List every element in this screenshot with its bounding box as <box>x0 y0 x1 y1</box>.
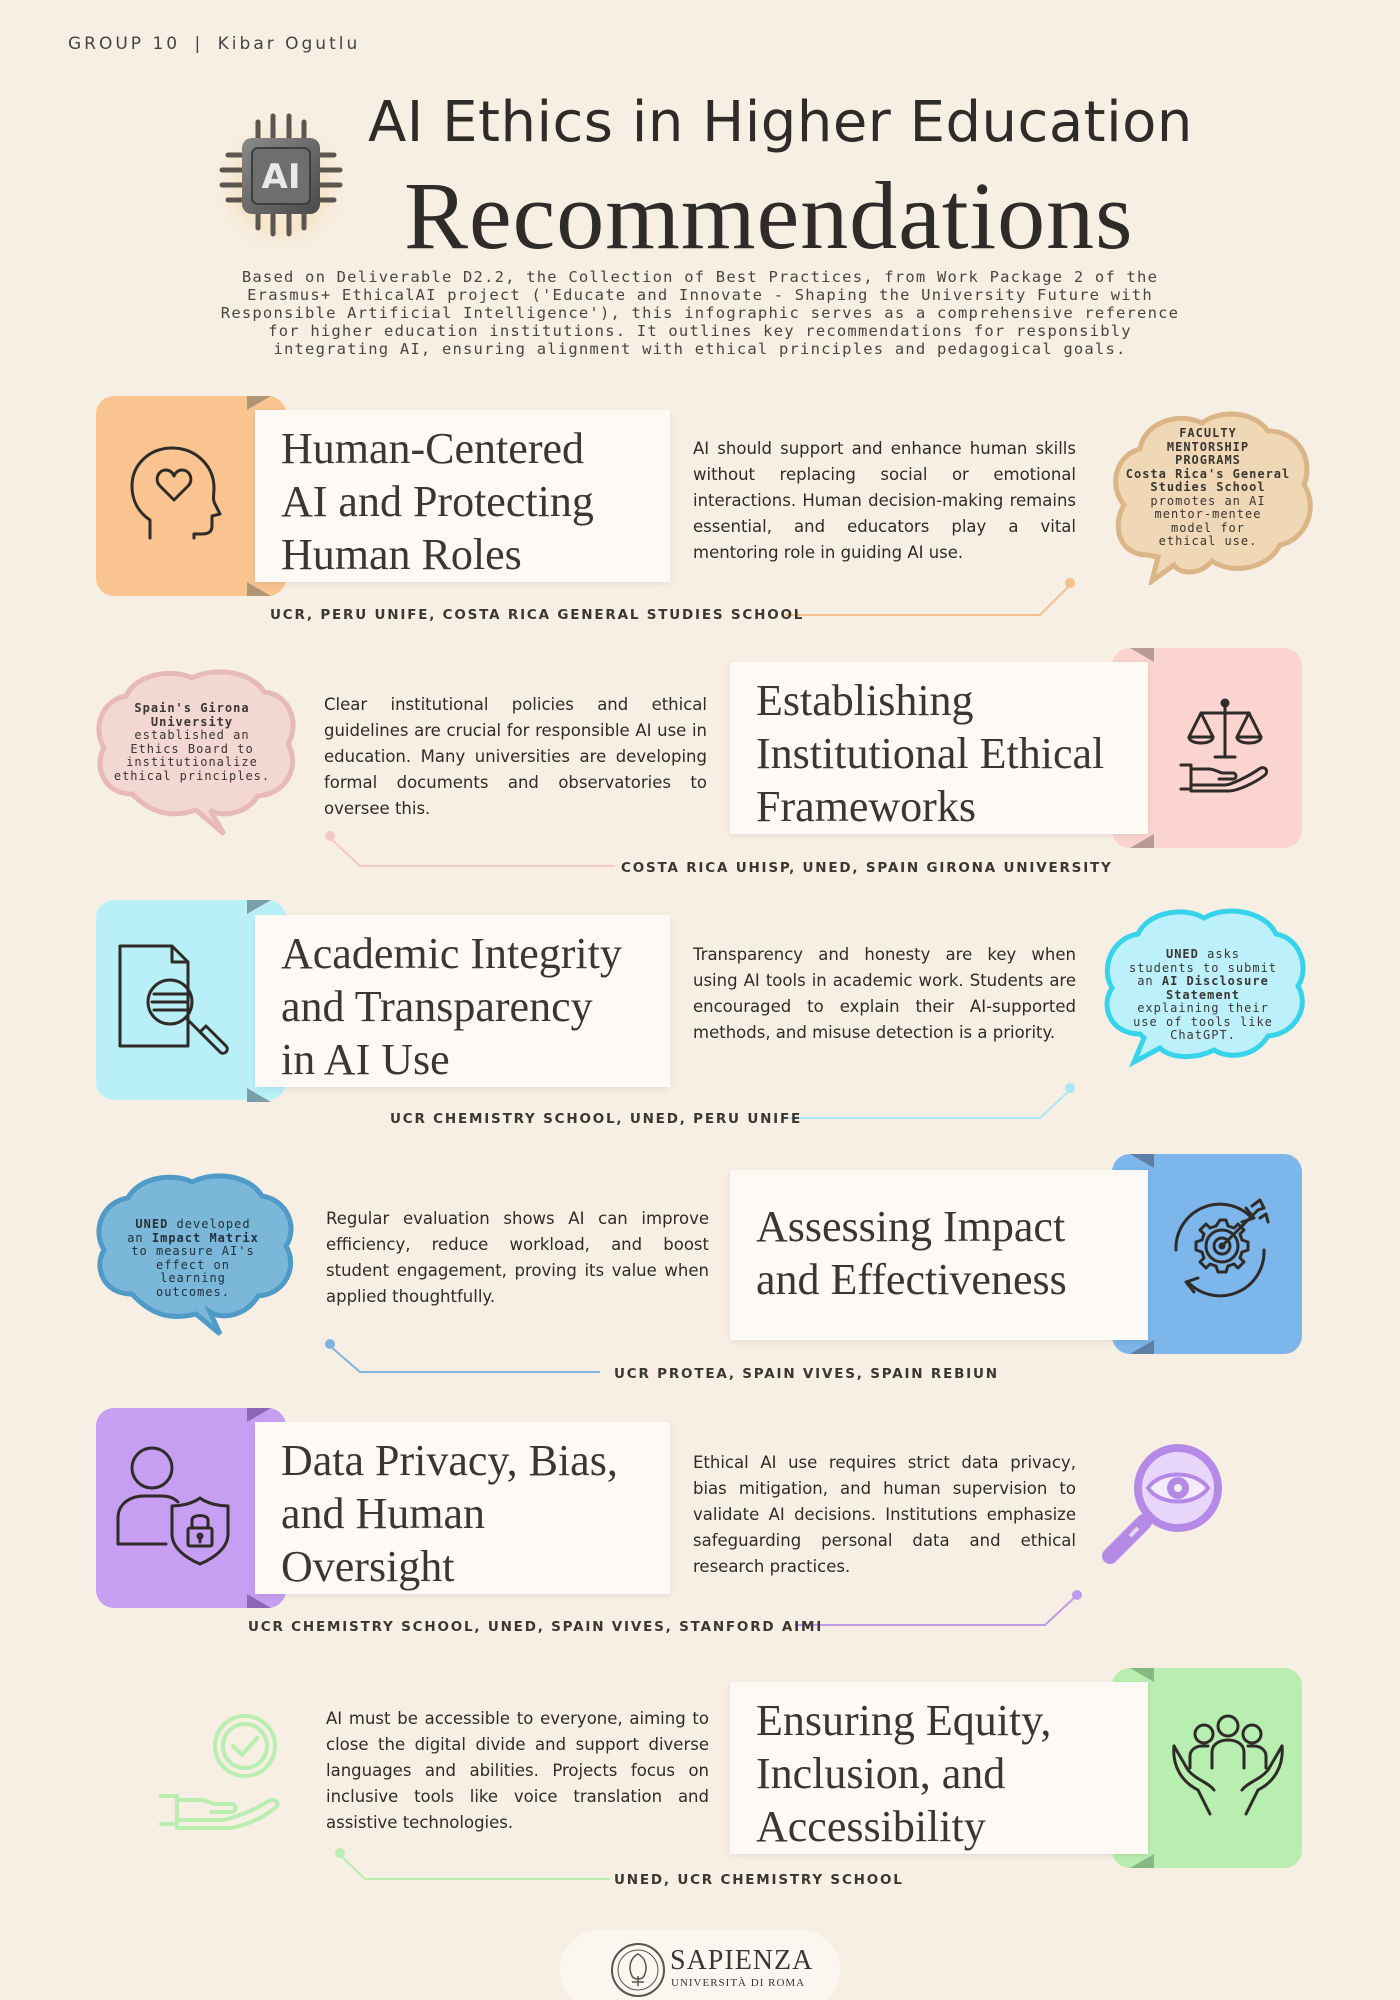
target-gear-icon <box>1160 1190 1280 1310</box>
section-sources: UNED, UCR CHEMISTRY SCHOOL <box>614 1872 904 1888</box>
header-line: GROUP 10 | Kibar Ogutlu <box>68 34 360 54</box>
disclosure-bubble: UNED asks students to submit an AI Discl… <box>1100 902 1306 1072</box>
section-title: Establishing Institutional Ethical Frame… <box>730 662 1148 834</box>
section-title: Academic Integrity and Transparency in A… <box>255 915 670 1087</box>
impact-matrix-bubble: UNED developed an Impact Matrix to measu… <box>92 1170 294 1340</box>
logo-name: SAPIENZA <box>670 1945 814 1976</box>
head-heart-icon <box>120 440 230 550</box>
ethics-board-bubble: Spain's Girona University established an… <box>92 664 296 836</box>
section-body: Transparency and honesty are key when us… <box>693 945 1076 1042</box>
hand-check-icon <box>155 1712 295 1832</box>
page-title: AI Ethics in Higher Education <box>368 90 1193 155</box>
section-sources: COSTA RICA UHISP, UNED, SPAIN GIRONA UNI… <box>621 860 1113 876</box>
section-title: Assessing Impact and Effectiveness <box>730 1170 1148 1340</box>
hands-people-icon <box>1168 1710 1288 1820</box>
document-magnifier-icon <box>110 940 240 1060</box>
scales-hand-icon <box>1175 695 1275 795</box>
section-body: AI should support and enhance human skil… <box>693 439 1076 562</box>
author-name: Kibar Ogutlu <box>217 34 361 54</box>
intro-text: Based on Deliverable D2.2, the Collectio… <box>220 268 1180 358</box>
section-body: Clear institutional policies and ethical… <box>324 695 707 818</box>
section-title: Ensuring Equity, Inclusion, and Accessib… <box>730 1682 1148 1854</box>
group-label: GROUP 10 <box>68 34 181 54</box>
section-sources: UCR PROTEA, SPAIN VIVES, SPAIN REBIUN <box>614 1366 999 1382</box>
section-body: Ethical AI use requires strict data priv… <box>693 1453 1076 1576</box>
person-shield-lock-icon <box>110 1440 240 1570</box>
section-title: Data Privacy, Bias, and Human Oversight <box>255 1422 670 1594</box>
section-body: AI must be accessible to everyone, aimin… <box>326 1709 709 1832</box>
eye-magnifier-icon <box>1096 1440 1236 1580</box>
section-sources: UCR, PERU UNIFE, COSTA RICA GENERAL STUD… <box>270 607 805 623</box>
ai-chip-icon: AI <box>206 100 356 252</box>
section-sources: UCR CHEMISTRY SCHOOL, UNED, PERU UNIFE <box>390 1111 803 1127</box>
section-sources: UCR CHEMISTRY SCHOOL, UNED, SPAIN VIVES,… <box>248 1619 824 1635</box>
section-title: Human-Centered AI and Protecting Human R… <box>255 410 670 582</box>
page-subtitle: Recommendations <box>404 162 1134 269</box>
separator: | <box>194 34 204 54</box>
logo-subtitle: UNIVERSITÀ DI ROMA <box>671 1977 806 1989</box>
mentorship-bubble: FACULTY MENTORSHIP PROGRAMS Costa Rica's… <box>1108 405 1313 588</box>
section-body: Regular evaluation shows AI can improve … <box>326 1209 709 1306</box>
chip-label: AI <box>262 157 301 197</box>
sapienza-seal-icon <box>611 1943 665 1997</box>
